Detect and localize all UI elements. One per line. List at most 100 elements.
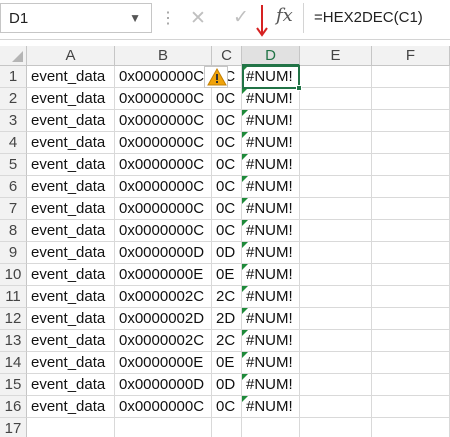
cell-f[interactable]	[372, 242, 450, 264]
cell-d[interactable]: #NUM!	[242, 264, 300, 286]
cell-a[interactable]: event_data	[27, 176, 115, 198]
cell-e[interactable]	[300, 374, 372, 396]
cell-d[interactable]: #NUM!	[242, 220, 300, 242]
fill-handle[interactable]	[296, 85, 302, 91]
cell-e[interactable]	[300, 176, 372, 198]
row-header[interactable]: 7	[0, 198, 27, 220]
cell-a[interactable]: event_data	[27, 396, 115, 418]
cell-e[interactable]	[300, 154, 372, 176]
cell-e[interactable]	[300, 286, 372, 308]
cell-a[interactable]: event_data	[27, 220, 115, 242]
cell-d[interactable]: #NUM!	[242, 88, 300, 110]
cell-d[interactable]: #NUM!	[242, 374, 300, 396]
cell-a[interactable]: event_data	[27, 352, 115, 374]
cell-d[interactable]: #NUM!	[242, 330, 300, 352]
cell-f[interactable]	[372, 132, 450, 154]
cell-f[interactable]	[372, 374, 450, 396]
cell-a[interactable]: event_data	[27, 88, 115, 110]
cell-f[interactable]	[372, 308, 450, 330]
insert-function-button[interactable]: fx	[276, 5, 293, 26]
column-header-b[interactable]: B	[115, 46, 212, 66]
cell-a[interactable]: event_data	[27, 66, 115, 88]
cell-b[interactable]: 0x0000000C	[115, 132, 212, 154]
cell-c[interactable]: 0C	[212, 110, 242, 132]
cell-c[interactable]: 0C	[212, 88, 242, 110]
row-header[interactable]: 3	[0, 110, 27, 132]
row-header[interactable]: 6	[0, 176, 27, 198]
cell-c[interactable]: 0C	[212, 198, 242, 220]
cell-b[interactable]: 0x0000000C	[115, 110, 212, 132]
cell-f[interactable]	[372, 176, 450, 198]
cell-e[interactable]	[300, 132, 372, 154]
cell-b[interactable]: 0x0000000C	[115, 198, 212, 220]
row-header[interactable]: 15	[0, 374, 27, 396]
cell-a[interactable]: event_data	[27, 242, 115, 264]
cell-a[interactable]: event_data	[27, 330, 115, 352]
row-header[interactable]: 5	[0, 154, 27, 176]
name-box[interactable]: D1 ▼	[0, 3, 152, 33]
cell-a[interactable]: event_data	[27, 110, 115, 132]
row-header[interactable]: 4	[0, 132, 27, 154]
cancel-button[interactable]: ✕	[190, 7, 206, 30]
cell-f[interactable]	[372, 110, 450, 132]
cell-e[interactable]	[300, 198, 372, 220]
cell-e[interactable]	[300, 352, 372, 374]
cell-c[interactable]: 0D	[212, 242, 242, 264]
cell-e[interactable]	[300, 66, 372, 88]
cell-d[interactable]	[242, 418, 300, 437]
row-header[interactable]: 2	[0, 88, 27, 110]
row-header[interactable]: 13	[0, 330, 27, 352]
cell-c[interactable]: 0D	[212, 374, 242, 396]
column-header-f[interactable]: F	[372, 46, 450, 66]
cell-e[interactable]	[300, 88, 372, 110]
cell-b[interactable]: 0x0000000C	[115, 176, 212, 198]
cell-d[interactable]: #NUM!	[242, 110, 300, 132]
cell-f[interactable]	[372, 88, 450, 110]
cell-f[interactable]	[372, 66, 450, 88]
cell-c[interactable]: 2D	[212, 308, 242, 330]
chevron-down-icon[interactable]: ▼	[129, 11, 141, 25]
cell-c[interactable]: 0E	[212, 352, 242, 374]
cell-b[interactable]: 0x0000000C	[115, 88, 212, 110]
cell-a[interactable]	[27, 418, 115, 437]
cell-d[interactable]: #NUM!	[242, 198, 300, 220]
cell-a[interactable]: event_data	[27, 374, 115, 396]
row-header[interactable]: 8	[0, 220, 27, 242]
row-header[interactable]: 14	[0, 352, 27, 374]
cell-f[interactable]	[372, 418, 450, 437]
cell-d[interactable]: #NUM!	[242, 242, 300, 264]
cell-b[interactable]: 0x0000000E	[115, 264, 212, 286]
cell-c[interactable]: 0C	[212, 220, 242, 242]
cell-a[interactable]: event_data	[27, 308, 115, 330]
cell-b[interactable]	[115, 418, 212, 437]
row-header[interactable]: 11	[0, 286, 27, 308]
cell-b[interactable]: 0x0000000D	[115, 242, 212, 264]
column-header-e[interactable]: E	[300, 46, 372, 66]
cell-e[interactable]	[300, 242, 372, 264]
cell-c[interactable]: 0C	[212, 132, 242, 154]
cell-f[interactable]	[372, 154, 450, 176]
cell-c[interactable]: 0C	[212, 176, 242, 198]
cell-c[interactable]: 2C	[212, 330, 242, 352]
formula-input[interactable]: =HEX2DEC(C1)	[303, 3, 450, 33]
cell-d[interactable]: #NUM!	[242, 66, 300, 88]
cell-d[interactable]: #NUM!	[242, 308, 300, 330]
cell-b[interactable]: 0x0000000C	[115, 66, 212, 88]
cell-c[interactable]: 0E	[212, 264, 242, 286]
row-header[interactable]: 9	[0, 242, 27, 264]
cell-c[interactable]	[212, 418, 242, 437]
drag-handle-icon[interactable]: ⋮	[160, 8, 176, 28]
cell-e[interactable]	[300, 308, 372, 330]
column-header-d[interactable]: D	[242, 46, 300, 66]
row-header[interactable]: 17	[0, 418, 27, 437]
cell-d[interactable]: #NUM!	[242, 396, 300, 418]
cell-e[interactable]	[300, 110, 372, 132]
cell-a[interactable]: event_data	[27, 154, 115, 176]
select-all-button[interactable]	[0, 46, 27, 66]
cell-b[interactable]: 0x0000000C	[115, 220, 212, 242]
cell-d[interactable]: #NUM!	[242, 132, 300, 154]
cell-f[interactable]	[372, 286, 450, 308]
row-header[interactable]: 12	[0, 308, 27, 330]
row-header[interactable]: 10	[0, 264, 27, 286]
cell-e[interactable]	[300, 330, 372, 352]
